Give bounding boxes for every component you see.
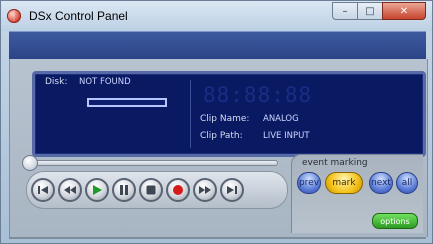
mark-button[interactable]: mark	[325, 172, 363, 194]
play-icon	[93, 185, 102, 195]
window-title: DSx Control Panel	[29, 9, 128, 23]
panel-bottom-edge	[9, 237, 426, 239]
minimize-icon: –	[342, 5, 348, 17]
rewind-button[interactable]	[58, 178, 82, 202]
skip-to-end-button[interactable]	[220, 178, 244, 202]
skip-forward-icon	[227, 186, 237, 194]
record-button[interactable]	[166, 178, 190, 202]
next-mark-button[interactable]: next	[369, 172, 393, 194]
app-icon	[7, 9, 21, 23]
pause-icon	[120, 185, 128, 195]
minimize-button[interactable]: –	[332, 2, 358, 20]
clip-name-label: Clip Name:	[200, 114, 250, 124]
record-icon	[173, 185, 183, 195]
window-controls: – □ ✕	[332, 2, 426, 21]
next-label: next	[371, 178, 391, 188]
mark-label: mark	[332, 178, 356, 188]
rewind-icon	[64, 186, 76, 194]
all-label: all	[401, 178, 413, 188]
disk-label: Disk:	[45, 77, 68, 87]
position-slider-thumb[interactable]	[22, 155, 38, 171]
skip-back-icon	[38, 186, 48, 194]
clip-path-label: Clip Path:	[200, 131, 243, 141]
options-label: options	[380, 216, 410, 226]
display-divider	[190, 80, 191, 148]
prev-label: prev	[298, 178, 320, 188]
position-slider-track[interactable]	[26, 160, 278, 166]
timecode-display: 88:88:88	[203, 83, 313, 107]
top-bar	[9, 31, 426, 60]
event-marking-label: event marking	[302, 158, 368, 168]
skip-to-start-button[interactable]	[31, 178, 55, 202]
all-marks-button[interactable]: all	[396, 172, 418, 194]
play-button[interactable]	[85, 178, 109, 202]
disk-value: NOT FOUND	[79, 77, 131, 87]
disk-usage-bar	[87, 98, 167, 107]
status-display: Disk: NOT FOUND 88:88:88 Clip Name: ANAL…	[32, 71, 426, 157]
close-icon: ✕	[399, 5, 409, 17]
clip-path-value: LIVE INPUT	[263, 131, 310, 141]
prev-mark-button[interactable]: prev	[297, 172, 321, 194]
maximize-icon: □	[365, 5, 375, 17]
fast-forward-button[interactable]	[193, 178, 217, 202]
dsx-control-panel-window: DSx Control Panel – □ ✕ Disk: NOT FOUND …	[0, 0, 433, 244]
title-bar[interactable]: DSx Control Panel – □ ✕	[1, 1, 432, 31]
event-marking-panel: event marking prev mark next all options	[291, 154, 423, 233]
maximize-button[interactable]: □	[357, 2, 383, 20]
pause-button[interactable]	[112, 178, 136, 202]
close-button[interactable]: ✕	[382, 2, 426, 20]
stop-icon	[146, 185, 156, 195]
fast-forward-icon	[199, 186, 211, 194]
options-button[interactable]: options	[372, 213, 418, 229]
stop-button[interactable]	[139, 178, 163, 202]
main-panel: Disk: NOT FOUND 88:88:88 Clip Name: ANAL…	[9, 59, 428, 237]
transport-controls	[26, 171, 288, 209]
clip-name-value: ANALOG	[263, 114, 299, 124]
